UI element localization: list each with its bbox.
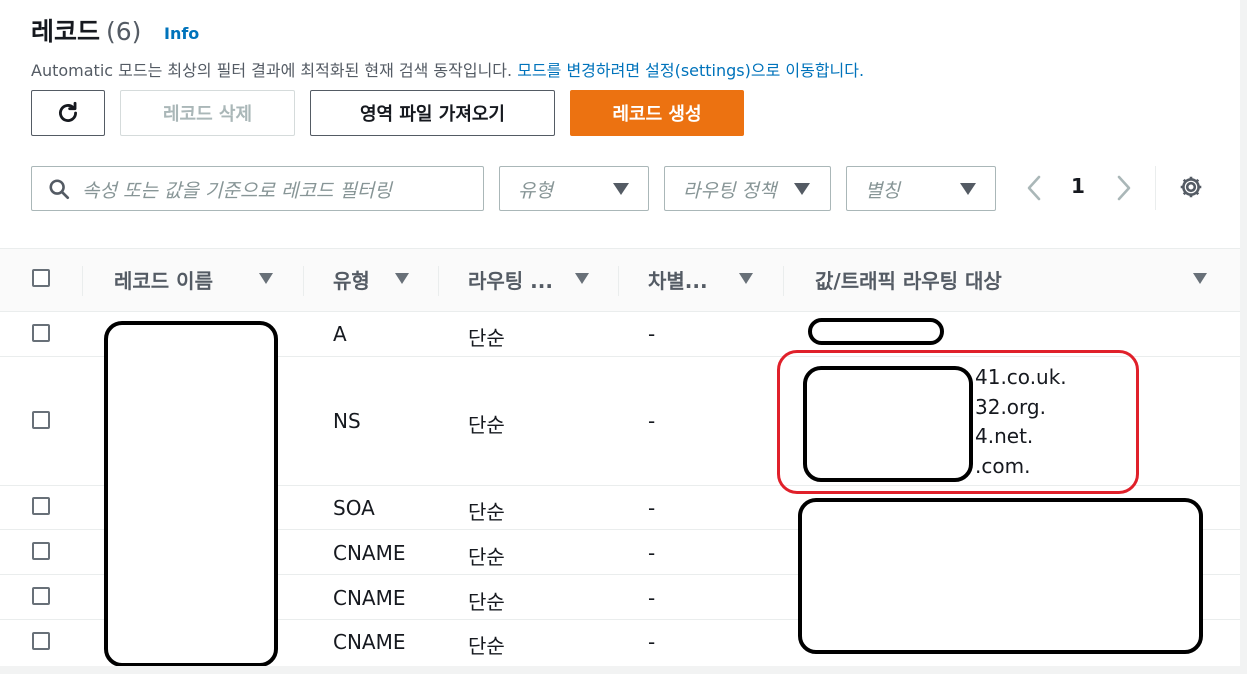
differentiator: - [648,586,656,610]
column-header-type[interactable]: 유형 [333,265,370,294]
alias-filter-select[interactable]: 별칭 [846,166,996,211]
row-checkbox[interactable] [32,632,50,650]
page-number[interactable]: 1 [1071,174,1085,198]
routing-policy: 단순 [468,590,505,614]
scrollbar[interactable] [1240,0,1247,674]
redaction-box [104,321,278,667]
column-header-differentiator[interactable]: 차별... [648,265,708,294]
sort-caret-icon[interactable] [575,273,589,284]
row-checkbox[interactable] [32,411,50,429]
description-text: Automatic 모드는 최상의 필터 결과에 최적화된 현재 검색 동작입니… [31,61,513,80]
type-filter-select[interactable]: 유형 [499,166,649,211]
row-checkbox[interactable] [32,542,50,560]
caret-down-icon [960,183,976,195]
caret-down-icon [794,183,810,195]
differentiator: - [648,630,656,654]
settings-link[interactable]: 모드를 변경하려면 설정(settings)으로 이동합니다. [517,61,864,80]
page-title: 레코드 (6) [31,12,141,48]
search-placeholder: 속성 또는 값을 기준으로 레코드 필터링 [82,180,392,202]
sort-caret-icon[interactable] [395,273,409,284]
column-header-record-name[interactable]: 레코드 이름 [114,265,213,294]
highlight-outline [777,350,1139,494]
row-checkbox[interactable] [32,497,50,515]
column-header-value[interactable]: 값/트래픽 라우팅 대상 [815,265,1002,294]
record-type: A [333,322,347,346]
column-separator [303,266,304,296]
sort-caret-icon[interactable] [1193,273,1207,284]
select-all-checkbox[interactable] [32,269,50,287]
import-zone-file-button[interactable]: 영역 파일 가져오기 [310,90,555,136]
record-type: NS [333,409,361,433]
row-checkbox[interactable] [32,587,50,605]
record-type: SOA [333,496,375,520]
previous-page-icon[interactable] [1025,175,1043,201]
title-text: 레코드 [31,17,101,46]
redaction-box [798,498,1203,654]
differentiator: - [648,541,656,565]
routing-filter-select[interactable]: 라우팅 정책 [664,166,831,211]
divider [1155,166,1156,210]
redaction-box [808,318,944,345]
search-input[interactable]: 속성 또는 값을 기준으로 레코드 필터링 [31,166,484,211]
record-type: CNAME [333,541,406,565]
info-link[interactable]: Info [164,24,199,43]
gear-icon[interactable] [1178,174,1204,200]
record-type: CNAME [333,630,406,654]
alias-filter-placeholder: 별칭 [865,180,900,202]
type-filter-placeholder: 유형 [518,180,553,202]
column-separator [783,266,784,296]
routing-policy: 단순 [468,326,505,350]
differentiator: - [648,322,656,346]
routing-policy: 단순 [468,634,505,658]
routing-policy: 단순 [468,500,505,524]
search-icon [49,179,70,200]
column-separator [438,266,439,296]
sort-caret-icon[interactable] [259,273,273,284]
bottom-edge [0,666,1240,674]
record-type: CNAME [333,586,406,610]
column-separator [618,266,619,296]
refresh-icon [59,101,77,122]
next-page-icon[interactable] [1115,175,1133,201]
differentiator: - [648,409,656,433]
differentiator: - [648,496,656,520]
sort-caret-icon[interactable] [739,273,753,284]
routing-filter-placeholder: 라우팅 정책 [683,180,777,202]
caret-down-icon [613,183,629,195]
row-checkbox[interactable] [32,324,50,342]
record-count: (6) [106,17,142,46]
routing-policy: 단순 [468,545,505,569]
description: Automatic 모드는 최상의 필터 결과에 최적화된 현재 검색 동작입니… [31,57,864,81]
refresh-button[interactable] [31,90,105,136]
column-separator [82,266,83,296]
routing-policy: 단순 [468,413,505,437]
create-record-button[interactable]: 레코드 생성 [570,90,744,136]
delete-record-button[interactable]: 레코드 삭제 [120,90,295,136]
column-header-routing-policy[interactable]: 라우팅 ... [468,265,553,294]
